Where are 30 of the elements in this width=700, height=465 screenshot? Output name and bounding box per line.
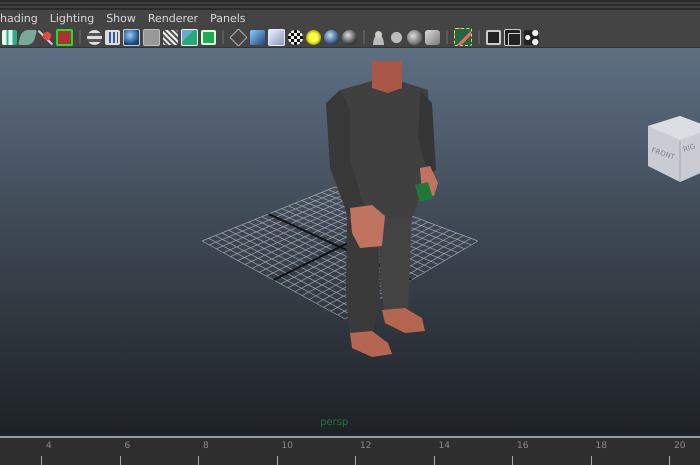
frame-number: 10 — [282, 441, 293, 451]
camera-label: persp — [320, 417, 348, 428]
menu-item[interactable]: Renderer — [148, 12, 198, 25]
columns-icon[interactable] — [2, 30, 17, 44]
menu-item[interactable]: Panels — [210, 12, 246, 25]
film-icon[interactable] — [105, 30, 120, 44]
checker-ball-icon[interactable] — [288, 30, 303, 44]
frame-number: 18 — [596, 441, 607, 451]
pencil-icon[interactable] — [18, 30, 37, 44]
sphere-icon[interactable] — [407, 30, 422, 44]
frame-number: 16 — [517, 441, 528, 451]
sphere-icon[interactable] — [324, 30, 339, 44]
menu-item[interactable]: Show — [106, 12, 136, 25]
frame-number: 20 — [674, 441, 686, 451]
light-bulb-icon[interactable] — [306, 30, 321, 44]
menu-item[interactable]: hading — [0, 12, 38, 25]
sphere-icon[interactable] — [342, 30, 357, 44]
cube-icon[interactable] — [250, 30, 265, 44]
wireframe-cube-icon[interactable] — [229, 28, 248, 46]
pin-icon[interactable] — [38, 30, 53, 44]
overlap-squares-icon[interactable] — [504, 28, 521, 46]
image-icon[interactable] — [181, 28, 198, 46]
frame-number: 12 — [360, 441, 372, 451]
frame-number: 14 — [438, 441, 450, 451]
view-cube[interactable] — [648, 116, 700, 182]
menu-item[interactable]: Lighting — [50, 12, 94, 25]
frame-number: 4 — [46, 441, 52, 451]
frame-number: 6 — [124, 441, 130, 451]
layers-icon[interactable] — [87, 30, 102, 44]
frame-number: 8 — [203, 441, 209, 451]
